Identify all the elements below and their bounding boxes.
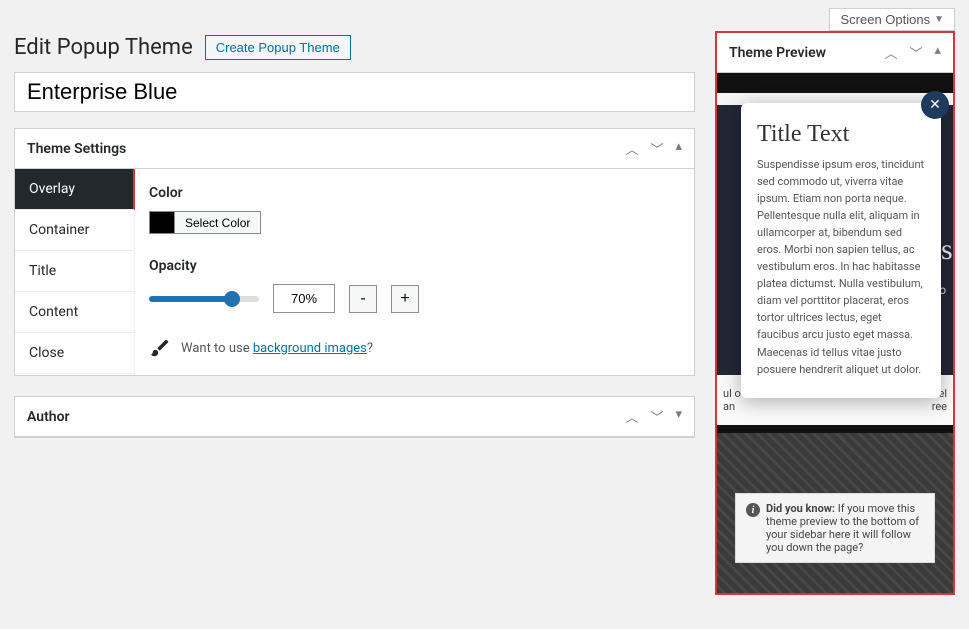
color-swatch[interactable] — [149, 211, 175, 234]
color-label: Color — [149, 185, 680, 201]
move-down-icon[interactable]: ﹀ — [650, 139, 663, 158]
tip-text: Did you know: If you move this theme pre… — [766, 502, 924, 554]
tab-container[interactable]: Container — [15, 210, 134, 251]
brush-icon — [149, 337, 171, 359]
select-color-button[interactable]: Select Color — [175, 211, 261, 234]
opacity-input[interactable] — [273, 284, 335, 313]
collapse-icon[interactable]: ▴ — [675, 139, 682, 158]
theme-title-input[interactable] — [14, 72, 695, 112]
create-theme-button[interactable]: Create Popup Theme — [205, 35, 351, 60]
chevron-down-icon: ▼ — [934, 14, 944, 25]
info-icon: i — [746, 503, 760, 517]
tab-title[interactable]: Title — [15, 251, 134, 292]
tip-box: i Did you know: If you move this theme p… — [735, 493, 935, 563]
screen-options-label: Screen Options — [840, 12, 930, 27]
decrement-button[interactable]: - — [349, 285, 377, 313]
theme-preview-header[interactable]: Theme Preview ︿ ﹀ ▴ — [717, 33, 953, 73]
expand-icon[interactable]: ▾ — [675, 407, 682, 426]
theme-settings-title: Theme Settings — [27, 141, 126, 157]
theme-preview-panel: Theme Preview ︿ ﹀ ▴ Mes essd to ul oeela… — [715, 31, 955, 595]
tab-overlay[interactable]: Overlay — [15, 169, 135, 210]
close-icon[interactable]: ✕ — [921, 91, 949, 119]
settings-tabs: Overlay Container Title Content Close — [15, 169, 135, 375]
increment-button[interactable]: + — [391, 285, 419, 313]
tab-content[interactable]: Content — [15, 292, 134, 333]
background-images-link[interactable]: background images — [253, 341, 367, 356]
theme-preview-title: Theme Preview — [729, 45, 826, 61]
page-title: Edit Popup Theme — [14, 35, 193, 60]
move-down-icon[interactable]: ﹀ — [909, 43, 922, 62]
screen-options-button[interactable]: Screen Options ▼ — [829, 8, 955, 31]
author-title: Author — [27, 409, 70, 425]
theme-settings-header[interactable]: Theme Settings ︿ ﹀ ▴ — [15, 129, 694, 169]
move-up-icon[interactable]: ︿ — [884, 43, 897, 62]
move-down-icon[interactable]: ﹀ — [650, 407, 663, 426]
popup-preview-card: ✕ Title Text Suspendisse ipsum eros, tin… — [741, 103, 941, 398]
tab-close[interactable]: Close — [15, 333, 134, 374]
collapse-icon[interactable]: ▴ — [934, 43, 941, 62]
move-up-icon[interactable]: ︿ — [625, 139, 638, 158]
move-up-icon[interactable]: ︿ — [625, 407, 638, 426]
popup-title: Title Text — [757, 121, 925, 148]
popup-body: Suspendisse ipsum eros, tincidunt sed co… — [757, 156, 925, 378]
opacity-label: Opacity — [149, 258, 680, 274]
preview-viewport: Mes essd to ul oeelanree ✕ Title Text Su… — [717, 73, 953, 593]
opacity-slider[interactable] — [149, 296, 259, 302]
theme-settings-panel: Theme Settings ︿ ﹀ ▴ Overlay Container T… — [14, 128, 695, 376]
author-header[interactable]: Author ︿ ﹀ ▾ — [15, 397, 694, 437]
author-panel: Author ︿ ﹀ ▾ — [14, 396, 695, 438]
hint-text: Want to use background images? — [181, 341, 373, 356]
slider-thumb-icon[interactable] — [224, 291, 240, 307]
